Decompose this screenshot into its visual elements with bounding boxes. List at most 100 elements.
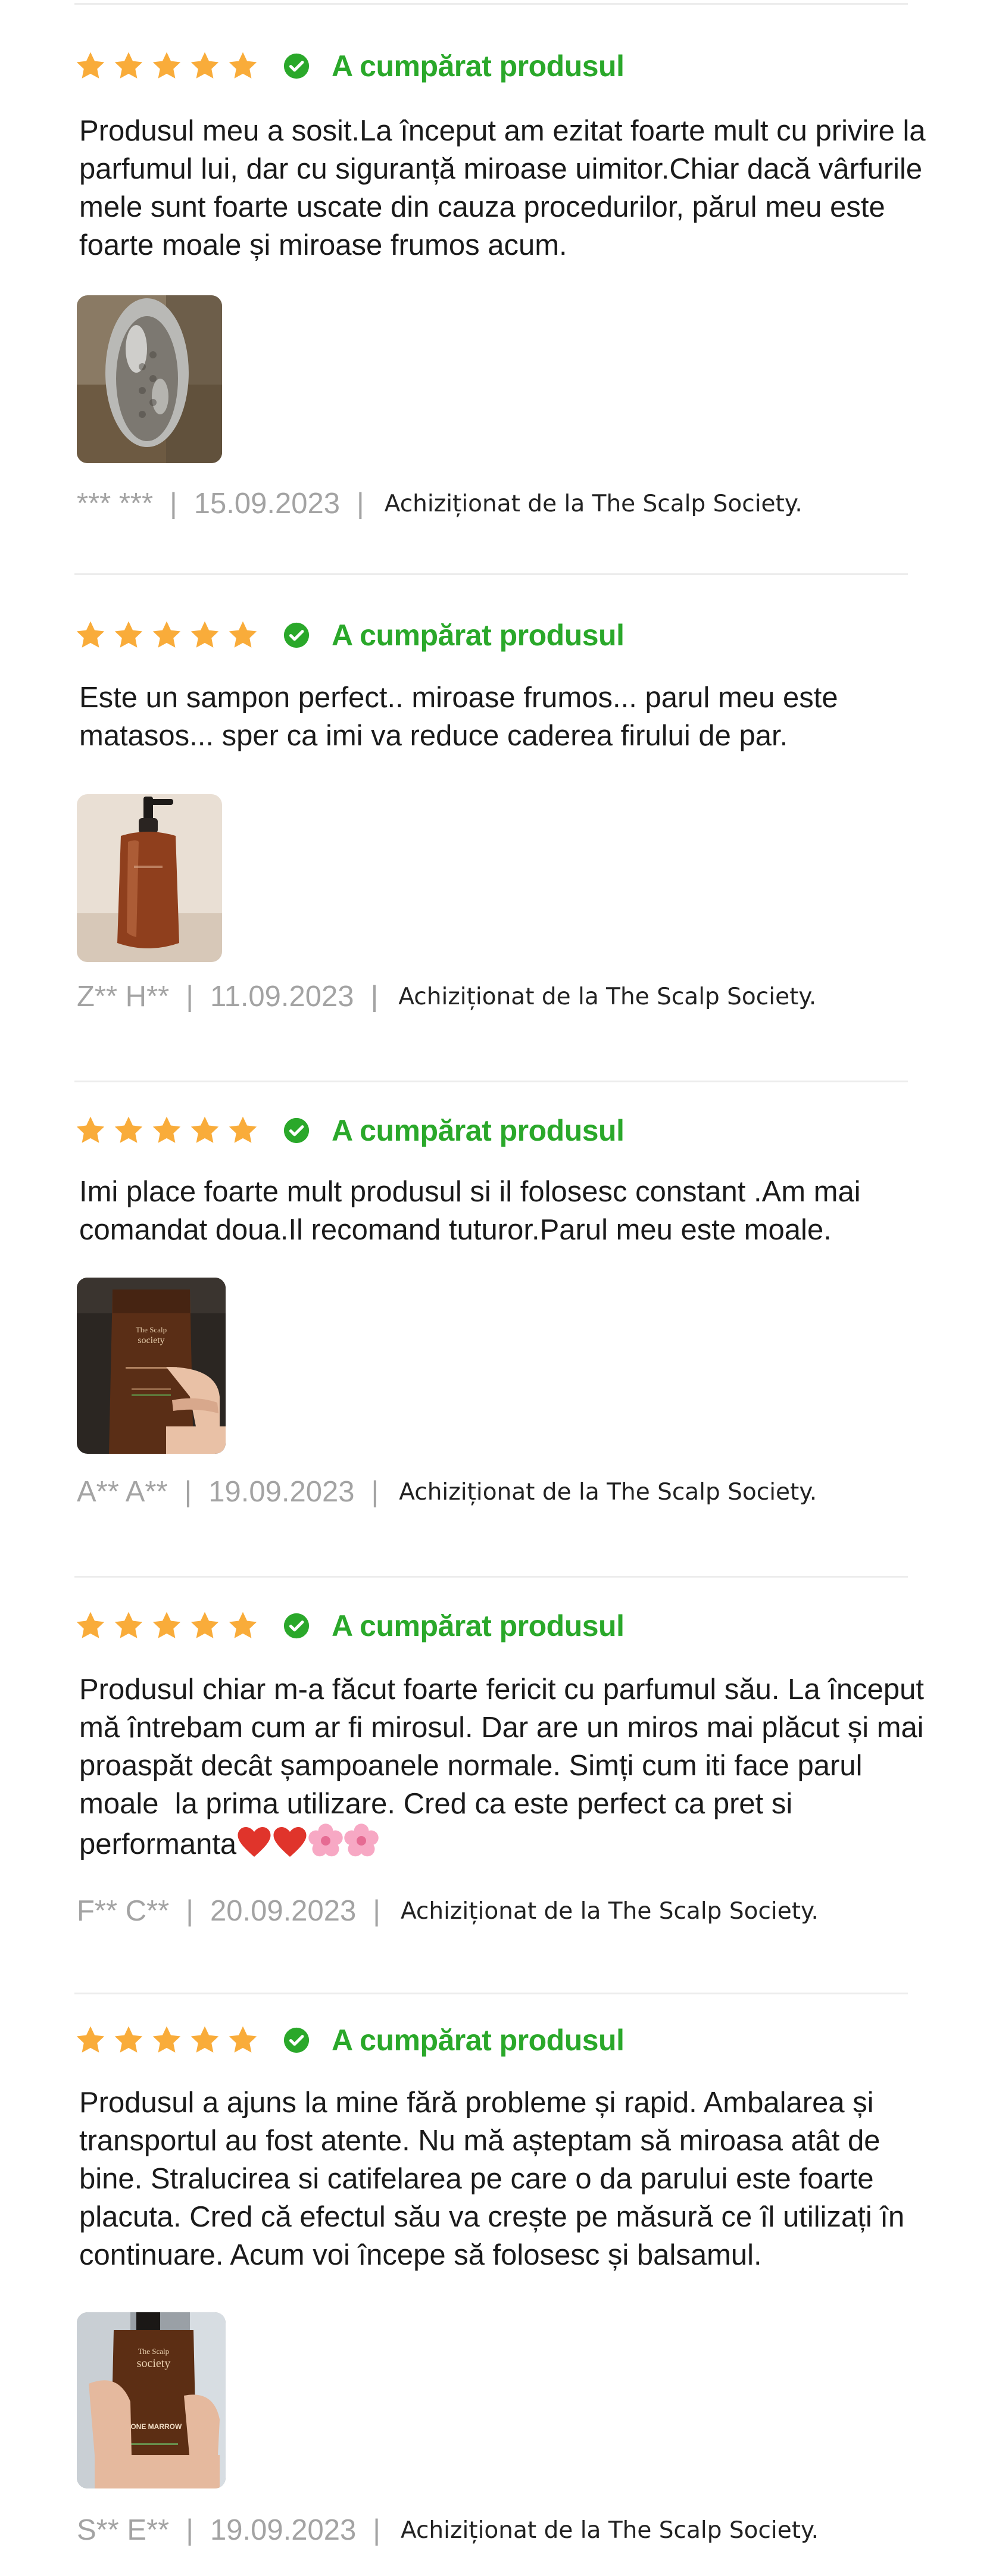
reviewer-name: Z** H**	[77, 981, 170, 1013]
review-card: A cumpărat produsul Produsul meu a sosit…	[74, 46, 926, 575]
star-icon	[74, 619, 107, 651]
star-icon	[113, 1114, 145, 1147]
svg-text:The Scalp: The Scalp	[138, 2347, 169, 2356]
review-text: Imi place foarte mult produsul si il fol…	[79, 1176, 869, 1246]
reviewer-name: S** E**	[77, 2514, 170, 2546]
verified-check-icon	[283, 1612, 310, 1640]
meta-separator: |	[371, 1476, 379, 1508]
star-icon	[189, 1114, 221, 1147]
rating-row: A cumpărat produsul	[74, 46, 624, 86]
star-icon	[189, 1610, 221, 1642]
review-date: 20.09.2023	[210, 1895, 357, 1927]
star-icon	[151, 2024, 183, 2056]
meta-separator: |	[370, 981, 379, 1013]
star-icon	[113, 2024, 145, 2056]
star-icon	[227, 2024, 259, 2056]
review-divider	[74, 1081, 908, 1082]
review-divider	[74, 1993, 908, 1994]
meta-separator: |	[184, 1476, 192, 1508]
review-date: 19.09.2023	[210, 2514, 357, 2546]
star-icon	[227, 1610, 259, 1642]
star-icon	[189, 619, 221, 651]
verified-purchase-label: A cumpărat produsul	[332, 49, 624, 83]
star-icon	[74, 1114, 107, 1147]
review-divider	[74, 573, 908, 575]
review-photo[interactable]: The Scalp society	[77, 1278, 226, 1454]
heart-emoji-icon	[272, 1825, 308, 1868]
purchase-source: Achiziționat de la The Scalp Society.	[398, 983, 817, 1010]
rating-row: A cumpărat produsul	[74, 616, 624, 655]
reviewer-name: F** C**	[77, 1895, 170, 1927]
meta-separator: |	[373, 2514, 380, 2546]
meta-separator: |	[170, 488, 177, 520]
purchase-source: Achiziționat de la The Scalp Society.	[400, 2516, 819, 2544]
meta-separator: |	[357, 488, 364, 520]
meta-separator: |	[186, 2514, 193, 2546]
star-icon	[227, 1114, 259, 1147]
star-icon	[113, 1610, 145, 1642]
cherry-blossom-emoji-icon	[344, 1823, 379, 1868]
purchase-source: Achiziționat de la The Scalp Society.	[399, 1478, 817, 1506]
star-icon	[74, 1610, 107, 1642]
review-text: Produsul chiar m-a făcut foarte fericit …	[79, 1671, 930, 1868]
star-rating	[74, 2024, 259, 2056]
verified-purchase-label: A cumpărat produsul	[332, 1609, 624, 1643]
verified-purchase-label: A cumpărat produsul	[332, 2024, 624, 2057]
review-meta: A** A** | 19.09.2023 | Achiziționat de l…	[77, 1474, 817, 1510]
star-rating	[74, 1114, 259, 1147]
star-icon	[189, 2024, 221, 2056]
reviewer-name: *** ***	[77, 488, 154, 520]
purchase-source: Achiziționat de la The Scalp Society.	[400, 1897, 819, 1925]
star-icon	[113, 50, 145, 82]
verified-check-icon	[283, 52, 310, 80]
purchase-source: Achiziționat de la The Scalp Society.	[384, 490, 802, 517]
review-photo[interactable]: The Scalp society BONE MARROW	[77, 2312, 226, 2488]
review-date: 11.09.2023	[210, 981, 354, 1013]
review-card: A cumpărat produsul Este un sampon perfe…	[74, 616, 908, 1082]
star-icon	[189, 50, 221, 82]
star-icon	[151, 50, 183, 82]
star-icon	[227, 619, 259, 651]
svg-text:society: society	[138, 1335, 164, 1345]
review-text: Produsul a ajuns la mine fără probleme ș…	[79, 2087, 913, 2271]
review-text: Este un sampon perfect.. miroase frumos.…	[79, 682, 847, 752]
star-icon	[227, 50, 259, 82]
star-icon	[74, 2024, 107, 2056]
svg-text:society: society	[137, 2357, 171, 2370]
star-icon	[113, 619, 145, 651]
review-text: Produsul meu a sosit.La început am ezita…	[79, 115, 934, 261]
star-rating	[74, 1610, 259, 1642]
review-meta: F** C** | 20.09.2023 | Achiziționat de l…	[77, 1893, 819, 1929]
review-meta: *** *** | 15.09.2023 | Achiziționat de l…	[77, 486, 802, 522]
meta-separator: |	[373, 1895, 380, 1927]
star-icon	[74, 50, 107, 82]
svg-text:BONE MARROW: BONE MARROW	[126, 2422, 182, 2431]
top-divider	[74, 3, 908, 5]
review-meta: Z** H** | 11.09.2023 | Achiziționat de l…	[77, 979, 816, 1014]
rating-row: A cumpărat produsul	[74, 1606, 624, 1645]
star-icon	[151, 619, 183, 651]
verified-purchase-label: A cumpărat produsul	[332, 1114, 624, 1147]
review-card: A cumpărat produsul Produsul chiar m-a f…	[74, 1606, 924, 1994]
cherry-blossom-emoji-icon	[308, 1823, 344, 1868]
star-rating	[74, 50, 259, 82]
review-card: A cumpărat produsul Imi place foarte mul…	[74, 1111, 908, 1578]
meta-separator: |	[186, 981, 193, 1013]
star-icon	[151, 1610, 183, 1642]
review-meta: S** E** | 19.09.2023 | Achiziționat de l…	[77, 2512, 819, 2548]
rating-row: A cumpărat produsul	[74, 1111, 624, 1150]
review-divider	[74, 1576, 908, 1578]
star-rating	[74, 619, 259, 651]
review-text-body: Produsul chiar m-a făcut foarte fericit …	[79, 1673, 932, 1860]
review-photo[interactable]	[77, 295, 222, 463]
review-date: 15.09.2023	[193, 488, 341, 520]
star-icon	[151, 1114, 183, 1147]
verified-check-icon	[283, 622, 310, 649]
review-photo[interactable]	[77, 794, 222, 962]
svg-text:The Scalp: The Scalp	[136, 1325, 167, 1334]
heart-emoji-icon	[236, 1825, 272, 1868]
meta-separator: |	[186, 1895, 193, 1927]
rating-row: A cumpărat produsul	[74, 2021, 624, 2060]
verified-check-icon	[283, 1117, 310, 1144]
verified-check-icon	[283, 2027, 310, 2054]
